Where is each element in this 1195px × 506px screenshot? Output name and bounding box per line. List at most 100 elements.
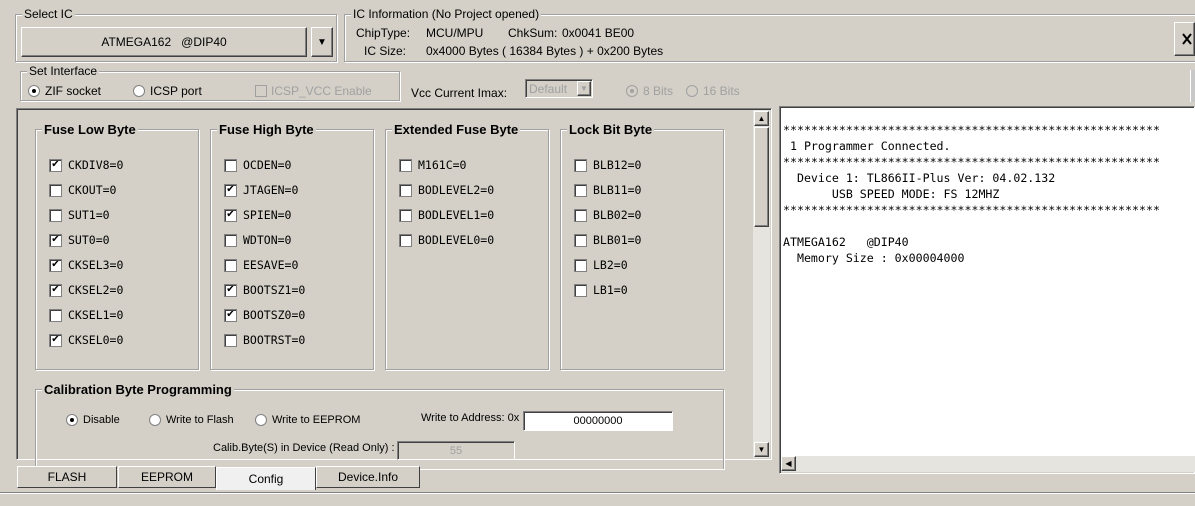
8-bits-radio[interactable]: 8 Bits (626, 84, 673, 98)
vcc-current-label: Vcc Current Imax: (411, 86, 508, 100)
log-horizontal-scrollbar[interactable]: ◀ (781, 456, 1195, 472)
fuse-checkbox[interactable]: ✔ CKSEL3=0 (49, 258, 123, 272)
chevron-down-icon: ▼ (317, 36, 327, 48)
fuse-checkbox[interactable]: LB2=0 (574, 258, 628, 272)
fuse-checkbox-label: LB2=0 (593, 258, 628, 272)
scroll-left-arrow-icon[interactable]: ◀ (781, 456, 796, 471)
fuse-checkbox-label: SPIEN=0 (243, 208, 292, 222)
fuse-checkbox[interactable]: BODLEVEL2=0 (399, 183, 494, 197)
chksum-value: 0x0041 BE00 (562, 26, 635, 40)
checkmark-icon (574, 183, 587, 197)
icsp-vcc-checkbox[interactable]: ICSP_VCC Enable (255, 84, 372, 98)
calib-readonly-label: Calib.Byte(S) in Device (Read Only) : (213, 442, 395, 454)
vcc-current-select[interactable]: Default ▼ (525, 79, 593, 98)
set-interface-title: Set Interface (27, 64, 100, 78)
checkmark-icon (224, 158, 237, 172)
log-line: ****************************************… (783, 203, 1160, 217)
checkmark-icon (574, 258, 587, 272)
fuse-checkbox[interactable]: WDTON=0 (224, 233, 291, 247)
fuse-checkbox-label: BLB01=0 (593, 233, 642, 247)
checkmark-icon (224, 233, 237, 247)
fuse-checkbox[interactable]: CKSEL1=0 (49, 308, 123, 322)
x-icon[interactable] (1174, 22, 1195, 56)
calib-address-input[interactable]: 00000000 (523, 411, 673, 431)
right-edge-scrollbar-stub (1190, 70, 1195, 102)
ic-dropdown-button[interactable]: ▼ (311, 27, 333, 57)
fuse-checkbox-label: SUT0=0 (68, 233, 110, 247)
checkmark-icon (224, 333, 237, 347)
fuse-checkbox-label: BODLEVEL0=0 (418, 233, 495, 247)
fuse-checkbox[interactable]: BLB02=0 (574, 208, 641, 222)
checkmark-icon (49, 208, 62, 222)
radio-indicator (626, 85, 638, 97)
tab-device-info-label: Device.Info (337, 470, 399, 484)
fuse-checkbox[interactable]: OCDEN=0 (224, 158, 291, 172)
calib-write-eeprom-label: Write to EEPROM (272, 414, 361, 426)
fuse-checkbox-label: CKSEL2=0 (68, 283, 124, 297)
fuse-checkbox-label: BOOTSZ1=0 (243, 283, 306, 297)
tab-flash-label: FLASH (47, 470, 87, 484)
fuse-checkbox[interactable]: BODLEVEL1=0 (399, 208, 494, 222)
checkmark-icon: ✔ (49, 258, 62, 272)
icsp-port-label: ICSP port (150, 84, 202, 98)
fuse-checkbox[interactable]: M161C=0 (399, 158, 466, 172)
log-line: ****************************************… (783, 155, 1160, 169)
fuse-checkbox[interactable]: CKOUT=0 (49, 183, 116, 197)
fuse-checkbox-label: CKSEL3=0 (68, 258, 124, 272)
calib-write-flash-radio[interactable]: Write to Flash (149, 414, 234, 426)
fuse-checkbox[interactable]: SUT1=0 (49, 208, 110, 222)
calibration-title: Calibration Byte Programming (42, 382, 234, 397)
scroll-up-arrow-icon[interactable]: ▲ (754, 111, 769, 126)
chip-type-value: MCU/MPU (426, 26, 484, 40)
tab-device-info[interactable]: Device.Info (316, 466, 420, 488)
log-line: 1 Programmer Connected. (783, 139, 951, 153)
16-bits-radio[interactable]: 16 Bits (686, 84, 740, 98)
fuse-checkbox[interactable]: BLB12=0 (574, 158, 641, 172)
calib-disable-radio[interactable]: Disable (66, 414, 120, 426)
zif-socket-radio[interactable]: ZIF socket (28, 84, 101, 98)
fuse-checkbox[interactable]: ✔ CKDIV8=0 (49, 158, 123, 172)
config-vertical-scrollbar[interactable]: ▲ ▼ (753, 110, 770, 458)
radio-indicator (149, 414, 161, 426)
16-bits-label: 16 Bits (703, 84, 740, 98)
checkmark-icon (224, 258, 237, 272)
log-line: Memory Size : 0x00004000 (783, 251, 965, 265)
fuse-checkbox[interactable]: ✔ BOOTSZ0=0 (224, 308, 305, 322)
checkmark-icon: ✔ (224, 183, 237, 197)
tab-eeprom[interactable]: EEPROM (118, 466, 216, 488)
fuse-checkbox[interactable]: ✔ SPIEN=0 (224, 208, 291, 222)
icsp-port-radio[interactable]: ICSP port (133, 84, 202, 98)
scroll-thumb[interactable] (754, 127, 769, 227)
checkmark-icon: ✔ (224, 283, 237, 297)
chksum-label: ChkSum: (508, 26, 558, 40)
fuse-checkbox-label: CKDIV8=0 (68, 158, 124, 172)
fuse-checkbox[interactable]: EESAVE=0 (224, 258, 298, 272)
scroll-down-arrow-icon[interactable]: ▼ (754, 442, 769, 457)
fuse-checkbox[interactable]: ✔ JTAGEN=0 (224, 183, 298, 197)
calib-address-value: 00000000 (573, 415, 623, 427)
tab-config[interactable]: Config (216, 467, 316, 490)
fuse-low-title: Fuse Low Byte (42, 122, 138, 137)
fuse-checkbox[interactable]: BLB01=0 (574, 233, 641, 247)
fuse-checkbox[interactable]: ✔ SUT0=0 (49, 233, 110, 247)
ic-select-button[interactable]: ATMEGA162 @DIP40 (21, 27, 307, 57)
fuse-checkbox-label: BLB02=0 (593, 208, 642, 222)
fuse-checkbox[interactable]: BOOTRST=0 (224, 333, 305, 347)
checkmark-icon (399, 233, 412, 247)
fuse-checkbox[interactable]: ✔ CKSEL0=0 (49, 333, 123, 347)
radio-indicator (686, 85, 698, 97)
ext-fuse-title: Extended Fuse Byte (392, 122, 521, 137)
fuse-checkbox[interactable]: ✔ CKSEL2=0 (49, 283, 123, 297)
tab-flash[interactable]: FLASH (17, 466, 117, 488)
tab-eeprom-label: EEPROM (140, 470, 193, 484)
checkmark-icon (49, 308, 62, 322)
log-line: ATMEGA162 @DIP40 (783, 235, 909, 249)
vcc-current-value: Default (529, 81, 568, 96)
fuse-checkbox[interactable]: LB1=0 (574, 283, 628, 297)
fuse-checkbox[interactable]: BLB11=0 (574, 183, 641, 197)
fuse-checkbox[interactable]: ✔ BOOTSZ1=0 (224, 283, 305, 297)
fuse-checkbox-label: WDTON=0 (243, 233, 292, 247)
calib-write-eeprom-radio[interactable]: Write to EEPROM (255, 414, 360, 426)
fuse-checkbox[interactable]: BODLEVEL0=0 (399, 233, 494, 247)
checkbox-box (255, 85, 267, 97)
